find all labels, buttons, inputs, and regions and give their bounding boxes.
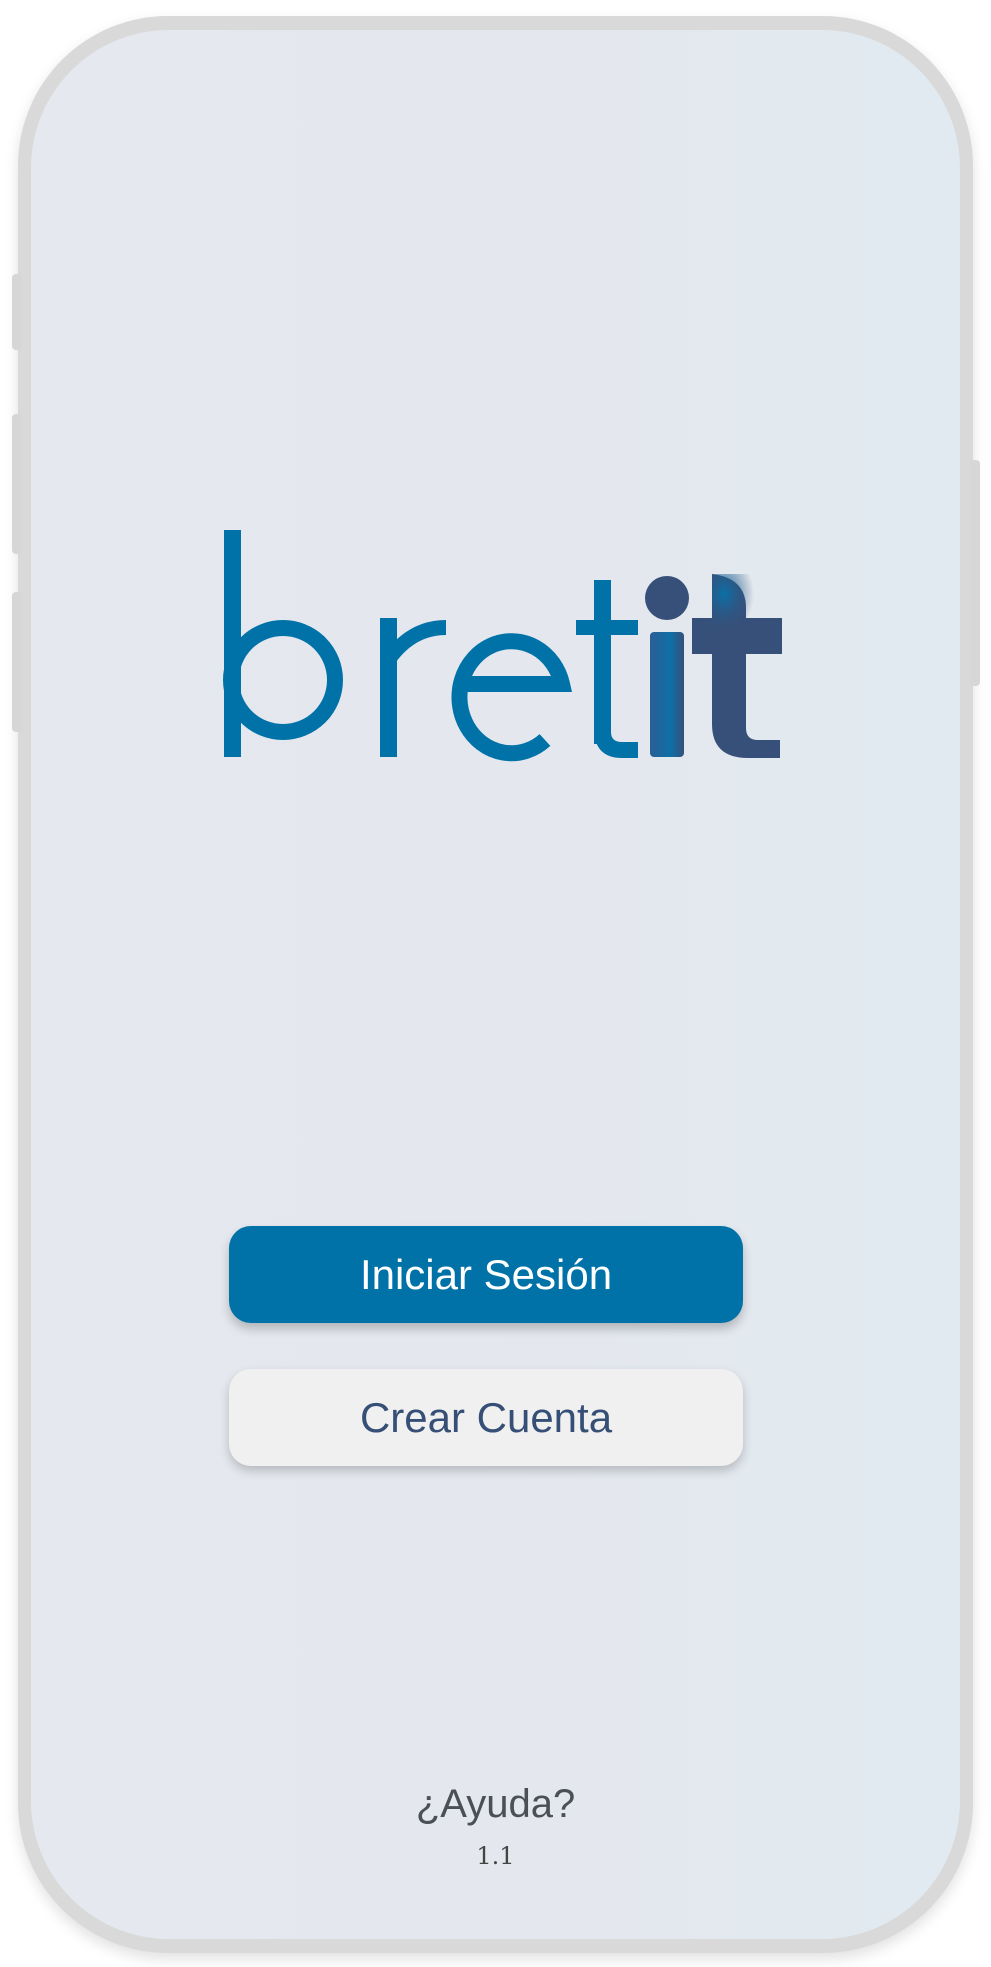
- phone-volume-down-button: [12, 592, 22, 732]
- create-account-button[interactable]: Crear Cuenta: [229, 1369, 743, 1466]
- phone-power-button: [970, 460, 980, 686]
- phone-silent-switch: [12, 274, 22, 350]
- logo-letter-b: [223, 530, 343, 757]
- logo-letter-t-dark: [692, 574, 782, 758]
- phone-volume-up-button: [12, 414, 22, 554]
- bretit-logo: [223, 530, 782, 762]
- app-screen: Iniciar Sesión Crear Cuenta ¿Ayuda? 1.1: [31, 30, 960, 1939]
- logo-letter-r: [380, 618, 446, 757]
- create-account-button-label: Crear Cuenta: [359, 1393, 613, 1441]
- logo-letter-i: [645, 576, 689, 757]
- login-button-label: Iniciar Sesión: [359, 1250, 613, 1298]
- help-link[interactable]: ¿Ayuda?: [31, 1782, 960, 1827]
- logo-letter-e: [451, 633, 573, 762]
- login-button[interactable]: Iniciar Sesión: [229, 1226, 743, 1323]
- logo-letter-t: [576, 580, 638, 758]
- app-version: 1.1: [476, 1842, 515, 1870]
